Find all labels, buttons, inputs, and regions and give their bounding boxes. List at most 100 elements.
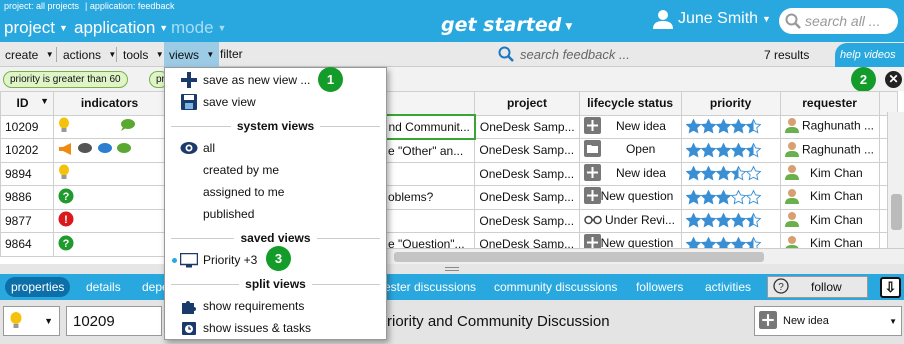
table-row[interactable]: 10202 e "Other" an... OneDesk Samp... Op… [0, 138, 898, 163]
table-header-row: ID ▼ indicators project lifecycle status … [0, 91, 898, 116]
tab-requester-discussions[interactable]: ester discussions [378, 277, 482, 297]
user-avatar-icon [784, 141, 799, 160]
cell-indicators: ! [53, 208, 166, 233]
views-menu[interactable]: views ▼ [164, 42, 220, 67]
user-icon [653, 10, 673, 29]
type-selector[interactable]: ▼ [3, 306, 60, 336]
star-icon [700, 212, 717, 228]
collapse-panel-icon[interactable]: ⇩ [880, 277, 901, 298]
chevron-down-icon: ▼ [206, 50, 215, 59]
cell-project: OneDesk Samp... [474, 208, 580, 233]
grip-icon[interactable] [445, 267, 459, 271]
search-icon [498, 46, 514, 62]
create-menu[interactable]: create ▼ [0, 42, 59, 67]
cell-lifecycle: New idea [578, 161, 682, 186]
application-menu[interactable]: application ▼ [74, 18, 168, 38]
actions-menu[interactable]: actions ▼ [58, 42, 121, 67]
item-title-field[interactable]: riority and Community Discussion [387, 306, 747, 336]
sort-down-icon[interactable]: ▼ [40, 96, 49, 106]
step-badge: 1 [318, 67, 343, 92]
tab-activities[interactable]: activities [699, 277, 757, 297]
star-icon [730, 189, 747, 205]
feedback-search-input[interactable]: search feedback ... [498, 46, 630, 62]
chat-bubble-icon [116, 142, 132, 159]
megaphone-icon [58, 142, 74, 159]
star-icon [745, 142, 762, 158]
cell-project: OneDesk Samp... [474, 114, 580, 139]
cell-priority [680, 185, 781, 210]
star-icon [685, 118, 702, 134]
svg-text:?: ? [63, 191, 70, 203]
user-menu[interactable]: June Smith ▼ [652, 8, 771, 30]
get-started-menu[interactable]: get started ▼ [441, 14, 572, 36]
menu-item-show-requirements[interactable]: show requirements [165, 295, 386, 317]
alert-icon: ! [58, 211, 74, 230]
cell-id: 10209 [0, 114, 54, 139]
follow-button[interactable]: ? follow [767, 276, 868, 298]
tools-menu[interactable]: tools ▼ [118, 42, 169, 67]
svg-text:!: ! [64, 214, 68, 226]
plus-icon [583, 116, 601, 137]
application-context[interactable]: application: feedback [90, 1, 175, 11]
star-icon [730, 142, 747, 158]
star-icon [745, 118, 762, 134]
cell-id: 9886 [0, 185, 54, 210]
user-avatar-icon [784, 188, 799, 207]
menu-item-all[interactable]: all [165, 137, 386, 159]
divider [116, 47, 117, 62]
panel-splitter[interactable] [0, 264, 904, 274]
column-header-id[interactable]: ID ▼ [0, 91, 54, 116]
menu-item-save-new-view[interactable]: save as new view ... [165, 69, 386, 91]
plus-icon [583, 163, 601, 184]
user-avatar-icon [784, 211, 799, 230]
table-row[interactable]: 9894 OneDesk Samp... New idea Kim Chan [0, 161, 898, 186]
column-header-project[interactable]: project [474, 91, 580, 116]
star-icon [700, 118, 717, 134]
tab-properties[interactable]: properties [5, 277, 71, 297]
rating-stars [685, 189, 762, 205]
column-header-lifecycle[interactable]: lifecycle status [578, 91, 682, 116]
menu-item-created-by-me[interactable]: created by me [165, 159, 386, 181]
star-icon [715, 165, 732, 181]
column-header-priority[interactable]: priority [680, 91, 781, 116]
horizontal-scrollbar[interactable] [386, 248, 904, 264]
mode-menu[interactable]: mode ▼ [171, 18, 226, 38]
close-icon[interactable]: ✕ [885, 71, 902, 88]
filter-button[interactable]: filter [215, 42, 248, 67]
menu-item-save-view[interactable]: save view [165, 91, 386, 113]
project-menu[interactable]: project ▼ [4, 18, 68, 38]
item-id-field[interactable]: 10209 [66, 306, 162, 336]
global-search-input[interactable]: search all ... [779, 8, 898, 34]
star-icon [730, 212, 747, 228]
views-dropdown: save as new view ... save view system vi… [164, 67, 387, 340]
scrollbar-thumb[interactable] [394, 252, 764, 262]
results-count: 7 results [764, 48, 810, 62]
column-header-requester[interactable]: requester [779, 91, 880, 116]
menu-item-show-issues-tasks[interactable]: show issues & tasks [165, 317, 386, 339]
cell-priority [680, 114, 781, 139]
cell-lifecycle: New question [578, 185, 682, 210]
help-videos-button[interactable]: help videos ▼ [835, 43, 904, 83]
table-row[interactable]: 10209 nd Communit... OneDesk Samp... New… [0, 114, 898, 140]
chevron-down-icon: ▼ [217, 23, 227, 33]
menu-item-published[interactable]: published [165, 203, 386, 225]
rating-stars [685, 142, 762, 158]
plus-icon [583, 187, 601, 207]
help-circle-icon: ? [773, 277, 789, 297]
tab-community-discussions[interactable]: community discussions [488, 277, 623, 297]
filter-chip[interactable]: priority is greater than 60 [3, 71, 128, 88]
cell-id: 9894 [0, 161, 54, 186]
tab-details[interactable]: details [80, 277, 127, 297]
tab-followers[interactable]: followers [630, 277, 689, 297]
scrollbar-thumb[interactable] [891, 194, 902, 230]
column-header-indicators[interactable]: indicators [53, 91, 166, 116]
table-row[interactable]: 9877 ! OneDesk Samp... Under Revi... Kim… [0, 208, 898, 233]
chevron-down-icon: ▼ [565, 22, 573, 32]
status-selector[interactable]: New idea ▼ [754, 306, 902, 336]
user-avatar-icon [784, 117, 799, 136]
project-context[interactable]: project: all projects [4, 1, 79, 11]
menu-item-assigned-to-me[interactable]: assigned to me [165, 181, 386, 203]
feedback-table: ID ▼ indicators project lifecycle status … [0, 91, 898, 257]
vertical-scrollbar[interactable] [887, 112, 904, 264]
table-row[interactable]: 9886 ? oblems? OneDesk Samp... New quest… [0, 185, 898, 210]
